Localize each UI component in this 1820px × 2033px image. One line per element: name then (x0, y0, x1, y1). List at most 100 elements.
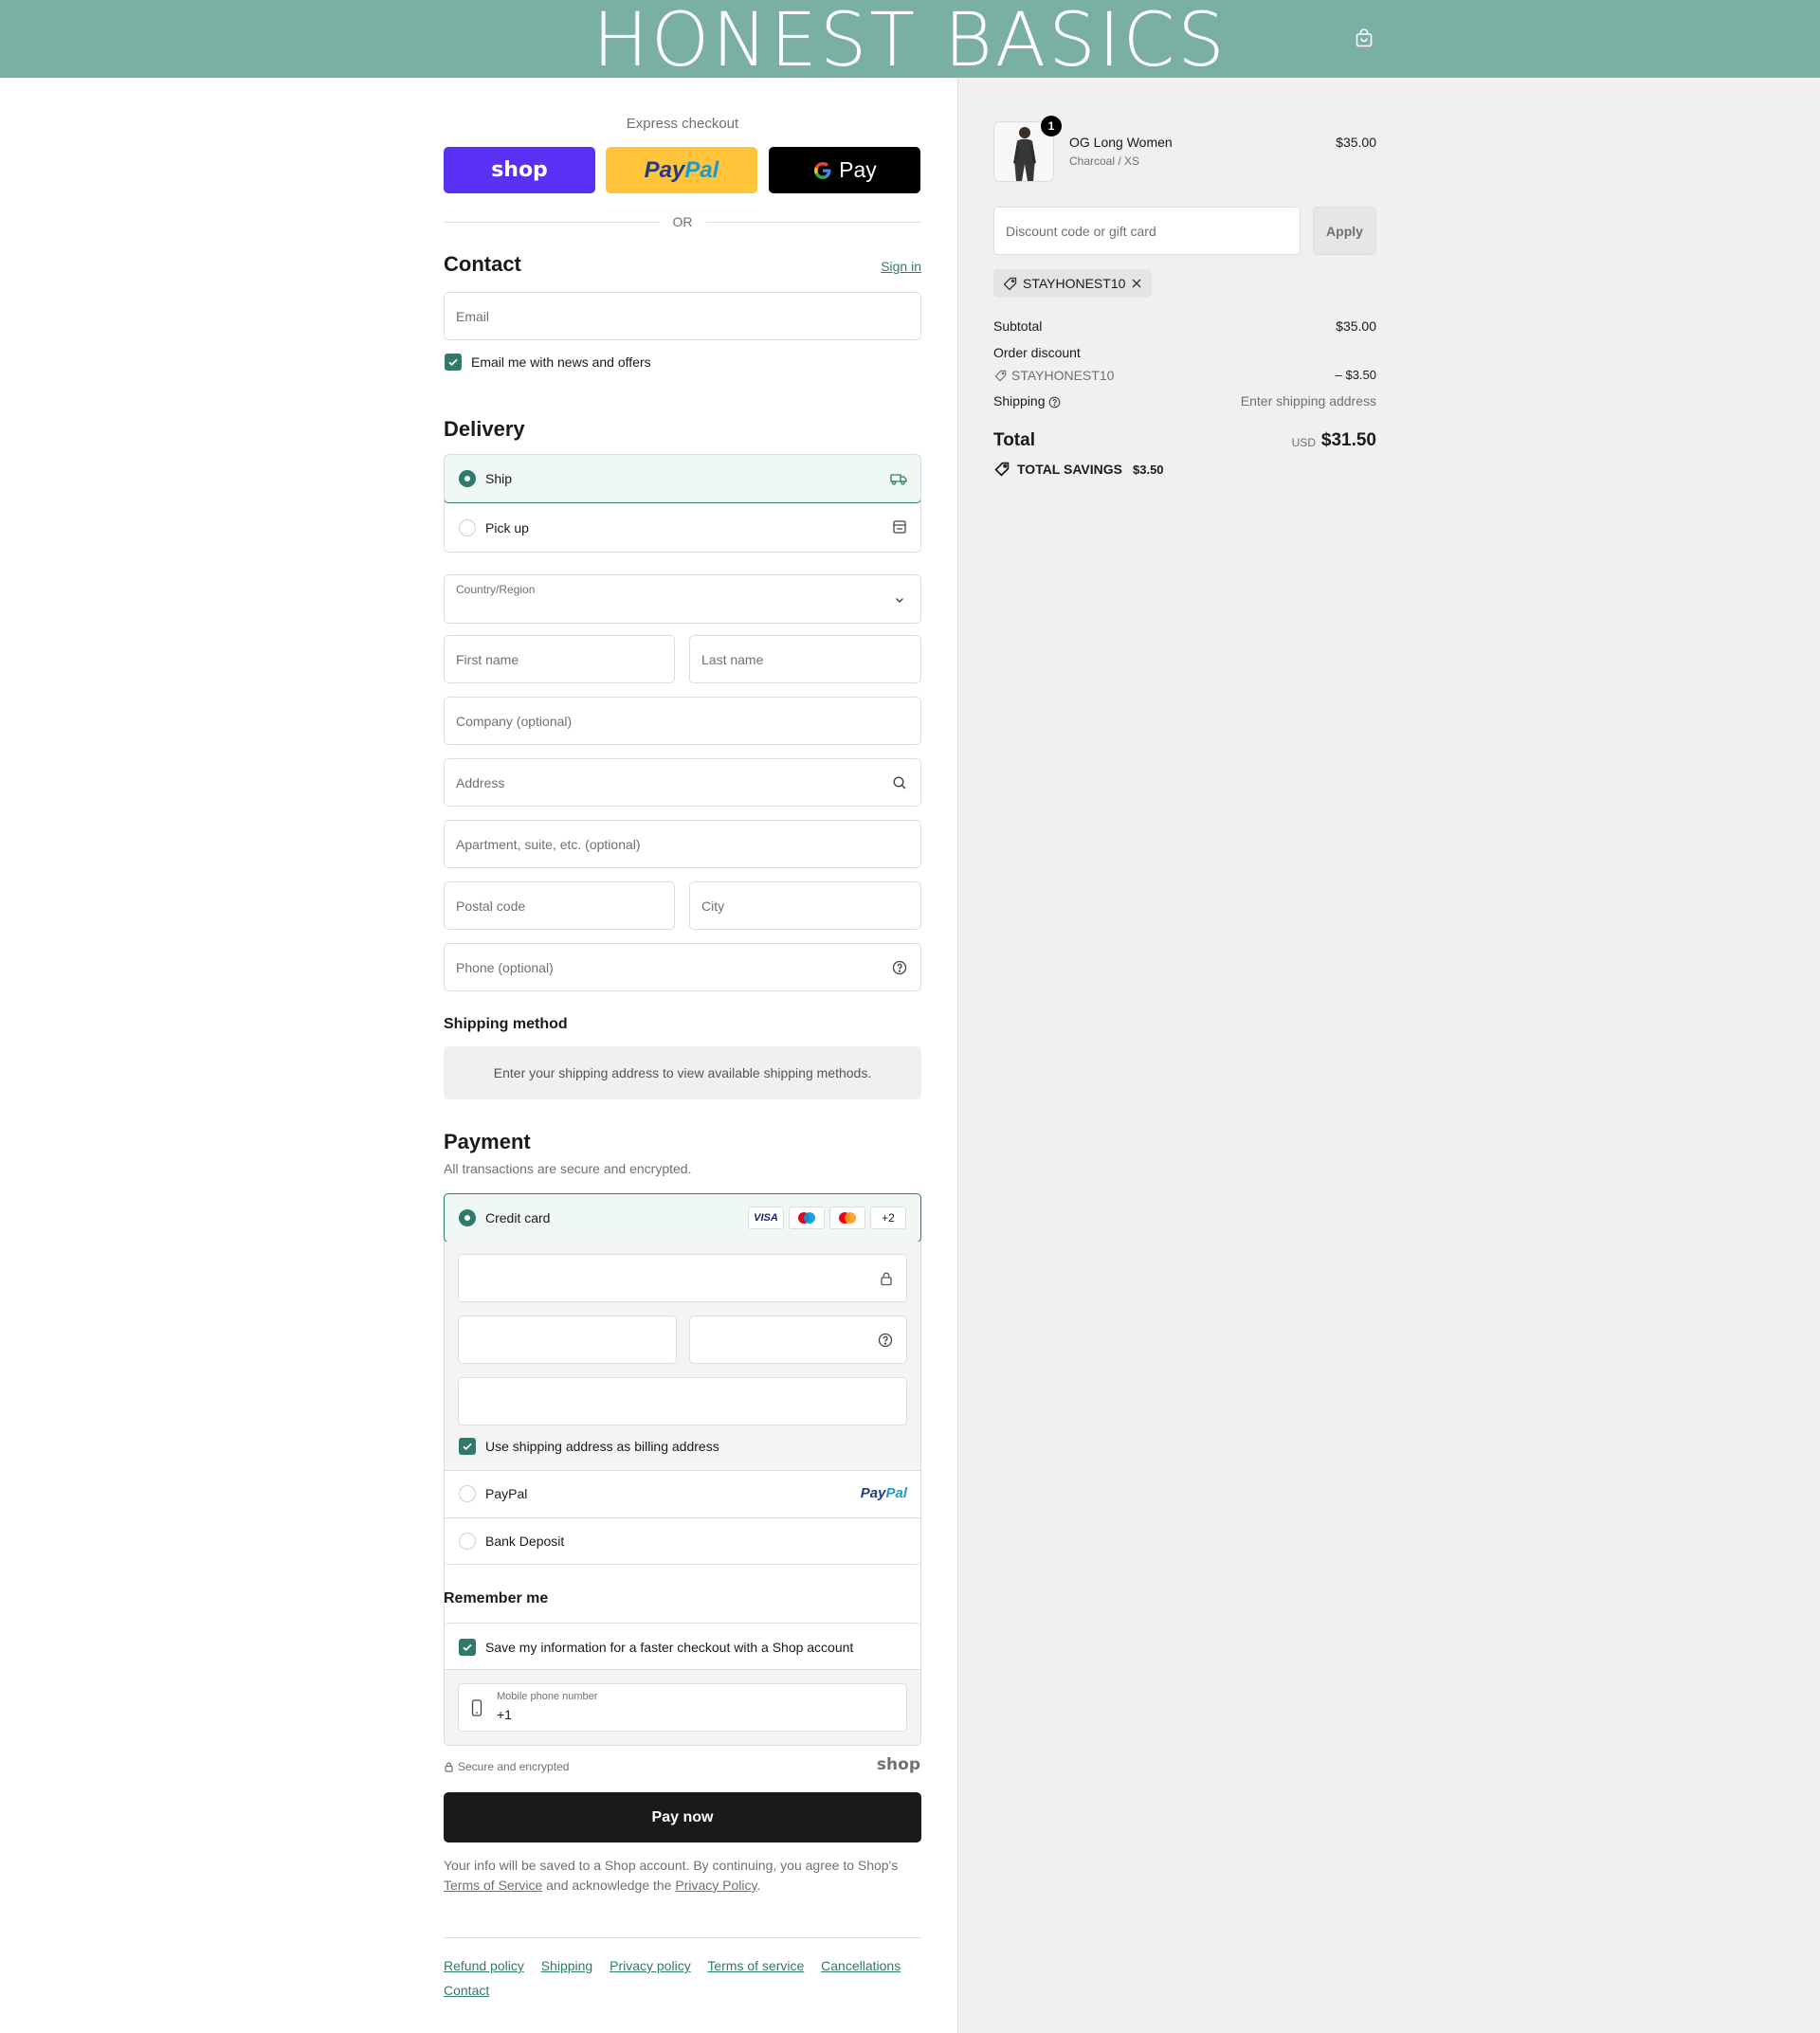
footer-link-shipping[interactable]: Shipping (541, 1958, 593, 1973)
brand-logo[interactable]: HONEST BASICS (0, 2, 1820, 80)
apartment-placeholder: Apartment, suite, etc. (optional) (456, 836, 641, 852)
payment-option-credit-card[interactable]: Credit card VISA +2 (444, 1193, 921, 1243)
help-circle-icon[interactable] (892, 960, 907, 975)
billing-address-checkbox[interactable] (459, 1438, 476, 1455)
visa-label: VISA (754, 1212, 778, 1224)
payment-subtitle: All transactions are secure and encrypte… (444, 1161, 692, 1176)
credit-card-radio[interactable] (459, 1209, 476, 1226)
order-discount-label: Order discount (993, 345, 1081, 360)
lock-icon (445, 1762, 453, 1772)
paypal-radio[interactable] (459, 1485, 476, 1502)
postal-placeholder: Postal code (456, 898, 526, 914)
paypal-logo-b: Pal (684, 156, 719, 183)
paypal-logo-a: Pay (860, 1485, 886, 1501)
delivery-options: Ship Pick up (444, 454, 921, 553)
footer-link-contact[interactable]: Contact (444, 1983, 489, 1998)
first-name-field[interactable]: First name (444, 635, 675, 683)
shipping-value: Enter shipping address (1240, 393, 1376, 408)
lock-icon (881, 1272, 892, 1286)
footer-link-privacy-policy[interactable]: Privacy policy (610, 1958, 691, 1973)
mobile-phone-prefix: +1 (497, 1707, 512, 1722)
city-field[interactable]: City (689, 881, 921, 930)
google-pay-button[interactable]: Pay (769, 147, 920, 193)
shipping-method-title: Shipping method (444, 1016, 568, 1032)
check-icon (463, 1443, 472, 1451)
paypal-button[interactable]: Pay Pal (606, 147, 757, 193)
news-checkbox[interactable] (445, 354, 462, 371)
shop-pay-button[interactable]: shop (444, 147, 595, 193)
shopping-bag-icon[interactable] (1354, 27, 1374, 48)
news-label: Email me with news and offers (471, 354, 651, 370)
delivery-option-ship[interactable]: Ship (445, 455, 920, 503)
delivery-option-pickup[interactable]: Pick up (445, 504, 920, 552)
shipping-method-notice: Enter your shipping address to view avai… (444, 1046, 921, 1099)
ship-radio[interactable] (459, 470, 476, 487)
subtotal-label: Subtotal (993, 318, 1043, 334)
delivery-title: Delivery (444, 417, 525, 441)
mobile-phone-field[interactable]: Mobile phone number +1 (458, 1683, 907, 1732)
shop-pay-label: shop (491, 158, 548, 182)
payment-option-bank-deposit[interactable]: Bank Deposit (444, 1517, 921, 1565)
search-icon (893, 776, 906, 790)
google-g-icon (814, 161, 831, 179)
remember-me-title: Remember me (444, 1590, 549, 1606)
paypal-label: PayPal (485, 1486, 528, 1501)
footer-link-terms-of-service[interactable]: Terms of service (707, 1958, 804, 1973)
discount-code-field[interactable]: Discount code or gift card (993, 207, 1301, 255)
total-value: $31.50 (1320, 430, 1376, 450)
check-icon (463, 1643, 472, 1652)
ship-label: Ship (485, 471, 513, 486)
close-icon[interactable] (1131, 278, 1142, 289)
expiration-date-field[interactable] (458, 1316, 677, 1364)
footer-link-cancellations[interactable]: Cancellations (821, 1958, 901, 1973)
legal-text-1: Your info will be saved to a Shop accoun… (444, 1858, 899, 1873)
billing-address-label: Use shipping address as billing address (485, 1439, 719, 1454)
product-variant: Charcoal / XS (1069, 154, 1140, 168)
email-placeholder: Email (456, 308, 490, 324)
address-field[interactable]: Address (444, 758, 921, 807)
payment-option-paypal[interactable]: PayPal PayPal (444, 1470, 921, 1517)
apartment-field[interactable]: Apartment, suite, etc. (optional) (444, 820, 921, 868)
visa-icon: VISA (748, 1207, 784, 1229)
savings-tag-icon (994, 462, 1010, 477)
email-field[interactable]: Email (444, 292, 921, 340)
total-label: Total (993, 430, 1035, 450)
credit-card-form: Use shipping address as billing address (444, 1242, 921, 1470)
last-name-field[interactable]: Last name (689, 635, 921, 683)
save-info-checkbox[interactable] (459, 1639, 476, 1656)
address-placeholder: Address (456, 774, 505, 790)
maestro-icon (789, 1207, 825, 1229)
pay-now-button[interactable]: Pay now (444, 1792, 921, 1842)
terms-of-service-link[interactable]: Terms of Service (444, 1878, 542, 1893)
bank-deposit-radio[interactable] (459, 1533, 476, 1550)
help-circle-icon[interactable] (1048, 396, 1061, 408)
pickup-radio[interactable] (459, 519, 476, 536)
legal-text-2: and acknowledge the (546, 1878, 672, 1893)
bank-deposit-label: Bank Deposit (485, 1534, 565, 1549)
tag-icon (1003, 277, 1017, 290)
country-select[interactable]: Country/Region (444, 574, 921, 624)
mastercard-icon (829, 1207, 865, 1229)
sign-in-link[interactable]: Sign in (881, 259, 921, 274)
privacy-policy-link[interactable]: Privacy Policy (675, 1878, 756, 1893)
apply-discount-button[interactable]: Apply (1313, 207, 1376, 255)
help-circle-icon[interactable] (878, 1333, 893, 1348)
postal-code-field[interactable]: Postal code (444, 881, 675, 930)
or-divider: OR (444, 212, 921, 231)
footer-divider (444, 1937, 921, 1938)
secure-encrypted-label: Secure and encrypted (458, 1760, 570, 1773)
site-header: HONEST BASICS (0, 0, 1820, 80)
credit-card-label: Credit card (485, 1210, 551, 1225)
card-number-field[interactable] (458, 1254, 907, 1302)
legal-text-3: . (756, 1878, 761, 1893)
company-field[interactable]: Company (optional) (444, 697, 921, 745)
phone-field[interactable]: Phone (optional) (444, 943, 921, 991)
paypal-logo: PayPal (861, 1485, 907, 1501)
security-code-field[interactable] (689, 1316, 907, 1364)
phone-placeholder: Phone (optional) (456, 959, 554, 975)
subtotal-value: $35.00 (1336, 318, 1376, 334)
footer-link-refund-policy[interactable]: Refund policy (444, 1958, 524, 1973)
store-icon (893, 520, 906, 534)
contact-title: Contact (444, 252, 521, 276)
name-on-card-field[interactable] (458, 1377, 907, 1425)
